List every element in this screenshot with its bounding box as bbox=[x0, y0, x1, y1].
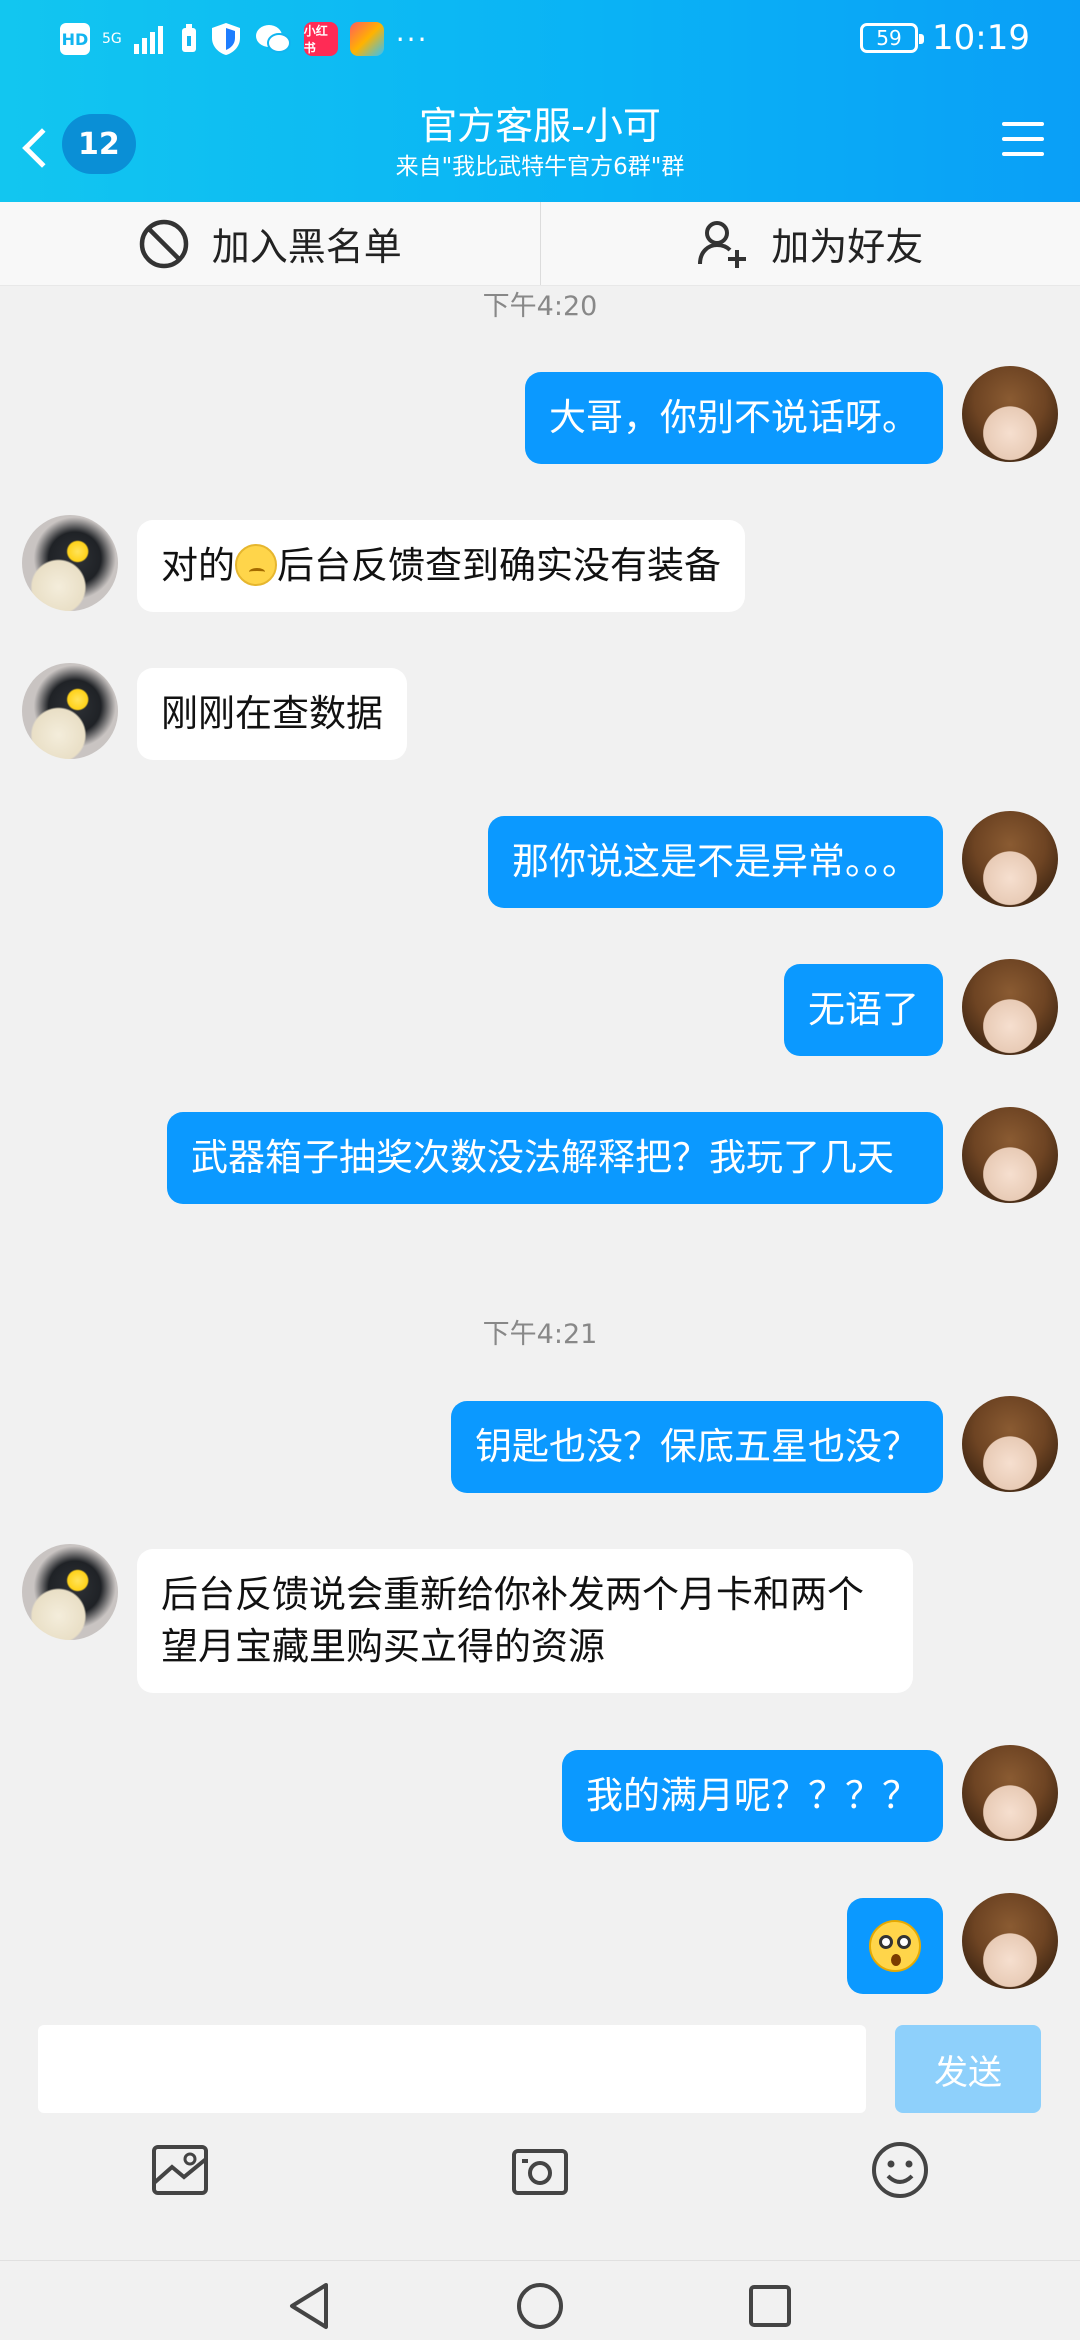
outgoing-emoji-message[interactable] bbox=[847, 1898, 943, 1994]
battery-icon: 59 bbox=[860, 23, 925, 53]
chat-subtitle: 来自"我比武特牛官方6群"群 bbox=[395, 154, 685, 180]
xiaohongshu-icon: 小红书 bbox=[303, 22, 338, 56]
add-to-blacklist-label: 加入黑名单 bbox=[211, 225, 402, 269]
chat-nav-bar: 12 官方客服-小可 来自"我比武特牛官方6群"群 bbox=[0, 92, 1080, 202]
message-timestamp: 下午4:21 bbox=[482, 1319, 598, 1350]
incoming-message[interactable]: 对的 后台反馈查到确实没有装备 bbox=[137, 520, 745, 612]
emoji-button[interactable] bbox=[860, 2130, 940, 2210]
message-text: 后台反馈查到确实没有装备 bbox=[277, 544, 721, 587]
image-icon bbox=[152, 2145, 208, 2195]
hd-icon: HD bbox=[60, 23, 90, 55]
incoming-message[interactable]: 后台反馈说会重新给你补发两个月卡和两个望月宝藏里购买立得的资源 bbox=[137, 1549, 913, 1693]
status-bar: HD 5G 小红书 ··· 59 10:19 bbox=[0, 0, 1080, 80]
image-button[interactable] bbox=[140, 2130, 220, 2210]
outgoing-message[interactable]: 大哥，你别不说话呀。 bbox=[525, 372, 943, 464]
message-timestamp: 下午4:20 bbox=[482, 291, 598, 322]
my-avatar[interactable] bbox=[962, 811, 1058, 907]
signal-icon bbox=[133, 26, 163, 54]
smiley-icon bbox=[872, 2142, 928, 2198]
incoming-message[interactable]: 刚刚在查数据 bbox=[137, 668, 407, 760]
outgoing-message[interactable]: 无语了 bbox=[784, 964, 943, 1056]
my-avatar[interactable] bbox=[962, 959, 1058, 1055]
clock: 10:19 bbox=[932, 18, 1030, 58]
agent-avatar[interactable] bbox=[22, 663, 118, 759]
wechat-icon bbox=[255, 25, 291, 53]
more-notifications-icon: ··· bbox=[395, 22, 429, 56]
my-avatar[interactable] bbox=[962, 366, 1058, 462]
agent-avatar[interactable] bbox=[22, 1544, 118, 1640]
my-avatar[interactable] bbox=[962, 1745, 1058, 1841]
shield-icon bbox=[211, 23, 240, 55]
system-navigation-bar bbox=[0, 2260, 1080, 2340]
chat-title: 官方客服-小可 bbox=[419, 104, 661, 148]
add-friend-icon bbox=[698, 220, 747, 268]
camera-icon bbox=[512, 2149, 568, 2195]
camera-button[interactable] bbox=[500, 2130, 580, 2210]
message-input[interactable] bbox=[38, 2025, 866, 2113]
nav-back-button[interactable] bbox=[282, 2279, 336, 2333]
my-avatar[interactable] bbox=[962, 1893, 1058, 1989]
nav-recents-button[interactable] bbox=[743, 2279, 797, 2333]
agent-avatar[interactable] bbox=[22, 515, 118, 611]
triangle-back-icon bbox=[290, 2283, 328, 2329]
outgoing-message[interactable]: 武器箱子抽奖次数没法解释把？我玩了几天 bbox=[167, 1112, 943, 1204]
square-recents-icon bbox=[749, 2285, 791, 2327]
my-avatar[interactable] bbox=[962, 1396, 1058, 1492]
action-bar: 加入黑名单 加为好友 bbox=[0, 202, 1080, 286]
my-avatar[interactable] bbox=[962, 1107, 1058, 1203]
message-text: 对的 bbox=[161, 544, 235, 587]
add-to-blacklist-button[interactable]: 加入黑名单 bbox=[0, 202, 540, 285]
sad-face-emoji-icon bbox=[235, 544, 277, 586]
shocked-face-emoji-icon bbox=[869, 1920, 921, 1972]
header-bar: HD 5G 小红书 ··· 59 10:19 12 官方客服-小可 来自"我比武… bbox=[0, 0, 1080, 202]
circle-home-icon bbox=[517, 2283, 563, 2329]
add-friend-label: 加为好友 bbox=[771, 225, 924, 269]
nav-home-button[interactable] bbox=[513, 2279, 567, 2333]
input-toolbar bbox=[0, 2120, 1080, 2220]
app-notification-icon bbox=[349, 22, 384, 56]
network-label: 5G bbox=[102, 31, 122, 47]
outgoing-message[interactable]: 那你说这是不是异常。。。 bbox=[488, 816, 943, 908]
outgoing-message[interactable]: 我的满月呢？？？？ bbox=[562, 1750, 943, 1842]
send-button[interactable]: 发送 bbox=[895, 2025, 1041, 2113]
outgoing-message[interactable]: 钥匙也没？保底五星也没？ bbox=[451, 1401, 943, 1493]
block-icon bbox=[139, 219, 188, 268]
input-area: 发送 bbox=[0, 2005, 1080, 2115]
battery-saver-icon bbox=[181, 24, 196, 52]
menu-icon[interactable] bbox=[1002, 122, 1044, 156]
add-friend-button[interactable]: 加为好友 bbox=[539, 202, 1080, 285]
